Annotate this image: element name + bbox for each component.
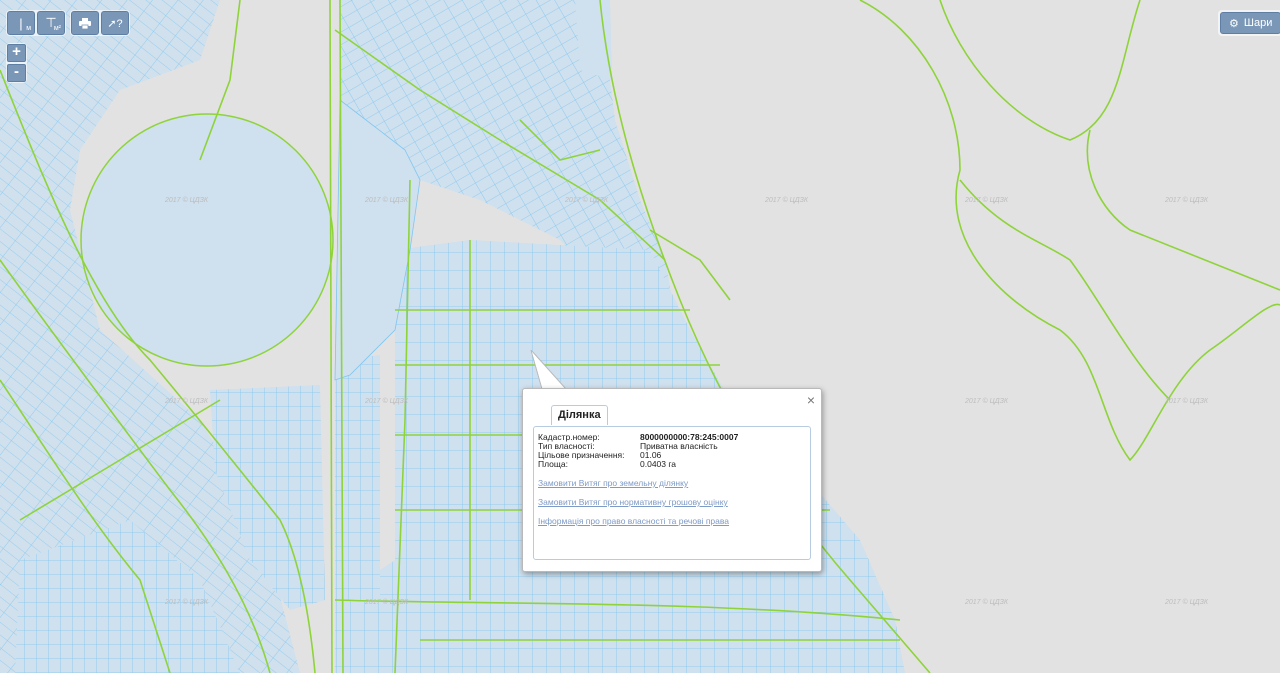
printer-icon <box>79 17 91 29</box>
ruler-line-icon: | <box>19 15 23 31</box>
watermark: 2017 © ЦДЗК <box>964 397 1009 405</box>
watermark: 2017 © ЦДЗК <box>164 397 209 405</box>
order-valuation-extract-link[interactable]: Замовити Витяг про нормативну грошову оц… <box>538 497 728 507</box>
watermark: 2017 © ЦДЗК <box>964 196 1009 204</box>
field-value-area: 0.0403 га <box>640 459 677 469</box>
identify-button[interactable]: ➚? <box>101 11 129 35</box>
close-icon[interactable]: × <box>807 393 815 407</box>
watermark: 2017 © ЦДЗК <box>364 397 409 405</box>
print-button[interactable] <box>71 11 99 35</box>
ownership-rights-info-link[interactable]: Інформація про право власності та речові… <box>538 516 729 526</box>
watermark: 2017 © ЦДЗК <box>364 196 409 204</box>
utility-tools: ➚? <box>70 10 130 36</box>
watermark: 2017 © ЦДЗК <box>164 196 209 204</box>
zoom-out-button[interactable]: - <box>7 64 26 82</box>
measure-distance-button[interactable]: | м <box>7 11 35 35</box>
zoom-control: + - <box>6 43 27 83</box>
popup-pointer <box>530 350 568 390</box>
field-label-area: Площа: <box>538 459 568 469</box>
watermark: 2017 © ЦДЗК <box>364 598 409 606</box>
measure-tools: | м ⊤ м² <box>6 10 66 36</box>
watermark: 2017 © ЦДЗК <box>764 196 809 204</box>
layers-button[interactable]: ⚙ Шари <box>1220 12 1280 34</box>
tab-parcel[interactable]: Ділянка <box>551 405 608 425</box>
cadastral-map[interactable]: 2017 © ЦДЗК 2017 © ЦДЗК 2017 © ЦДЗК 2017… <box>0 0 1280 673</box>
watermark: 2017 © ЦДЗК <box>964 598 1009 606</box>
watermark: 2017 © ЦДЗК <box>164 598 209 606</box>
parcel-info-panel: Кадастр.номер: 8000000000:78:245:0007 Ти… <box>533 426 811 560</box>
parcel-info-popup: × Ділянка Кадастр.номер: 8000000000:78:2… <box>522 388 822 572</box>
measure-distance-unit: м <box>26 25 31 32</box>
layers-label: Шари <box>1243 17 1273 29</box>
watermark: 2017 © ЦДЗК <box>1164 397 1209 405</box>
watermark: 2017 © ЦДЗК <box>564 196 609 204</box>
measure-area-button[interactable]: ⊤ м² <box>37 11 65 35</box>
layers-control: ⚙ Шари <box>1218 10 1280 36</box>
order-land-extract-link[interactable]: Замовити Витяг про земельну ділянку <box>538 478 688 488</box>
watermark: 2017 © ЦДЗК <box>1164 598 1209 606</box>
cursor-question-icon: ➚? <box>107 17 123 30</box>
circular-reservoir <box>80 113 334 367</box>
measure-area-unit: м² <box>53 25 61 32</box>
zoom-in-button[interactable]: + <box>7 44 26 62</box>
gear-icon: ⚙ <box>1229 17 1239 30</box>
map-toolbar: | м ⊤ м² ➚? <box>6 10 130 36</box>
watermark: 2017 © ЦДЗК <box>1164 196 1209 204</box>
